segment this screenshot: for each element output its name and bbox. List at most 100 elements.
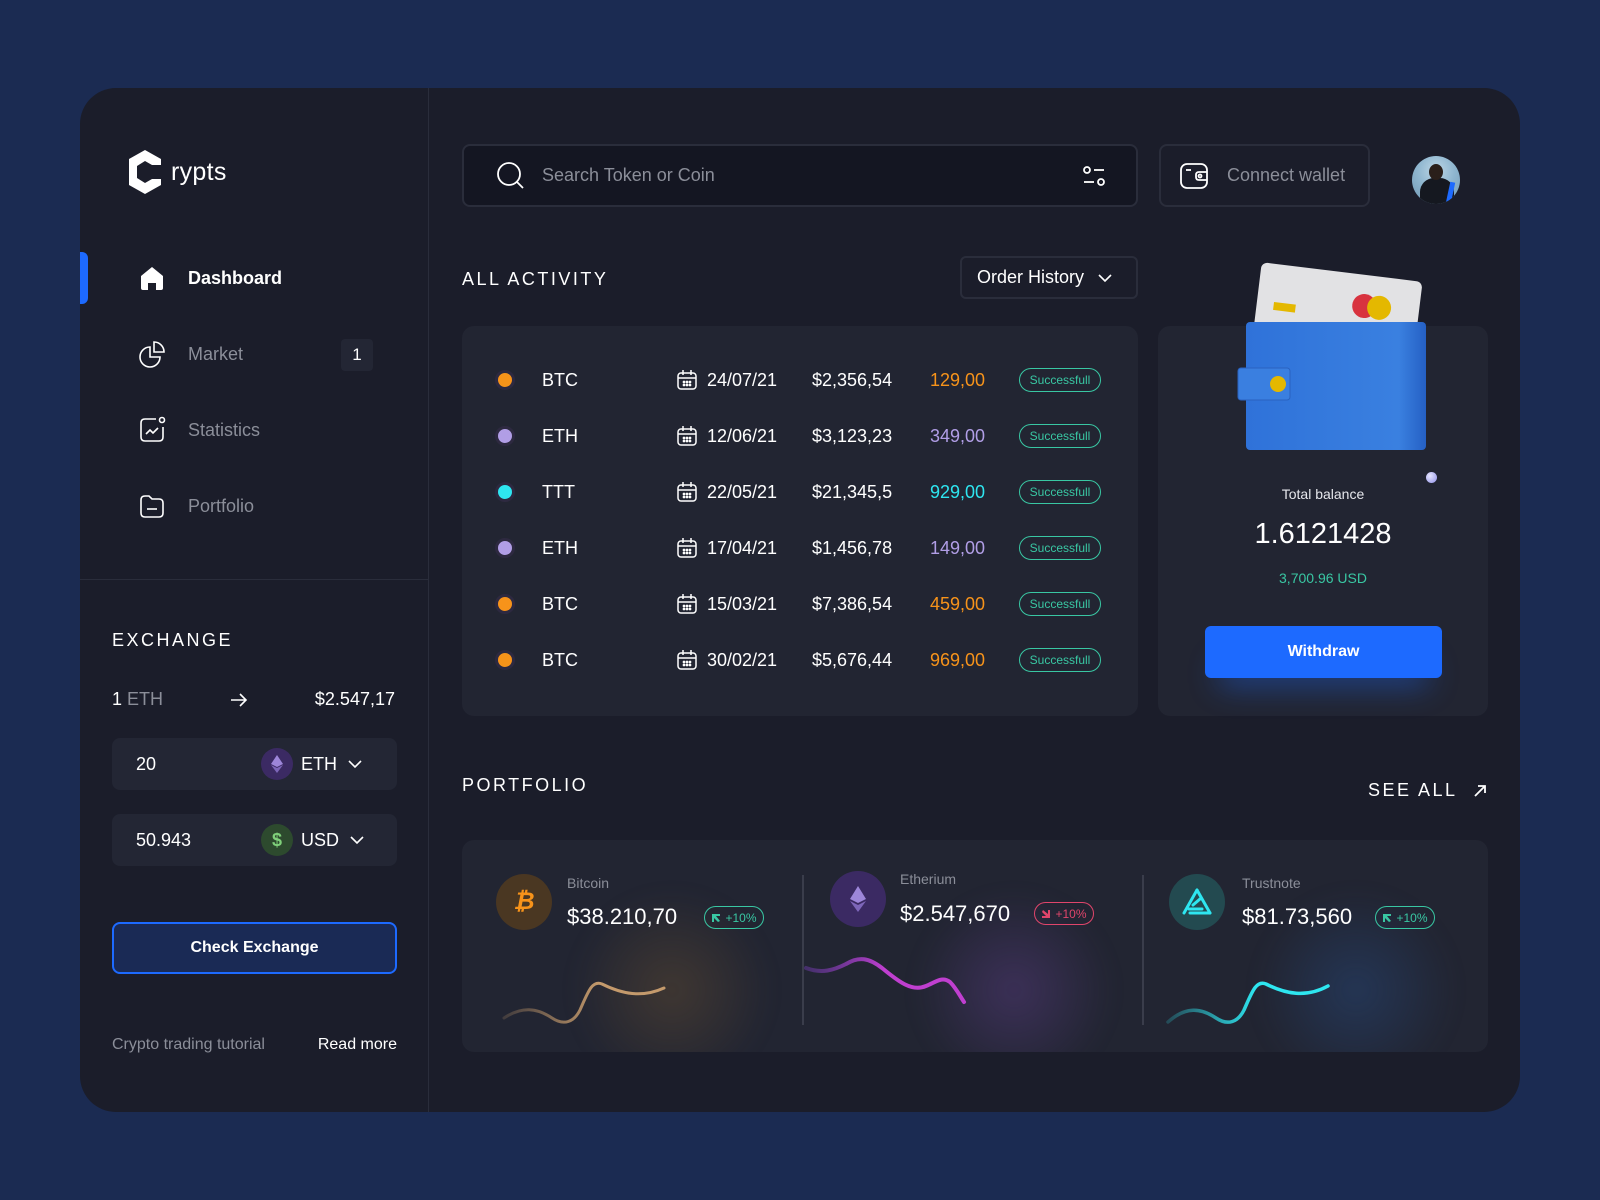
order-history-label: Order History	[977, 267, 1085, 287]
activity-row[interactable]: TTT 22/05/21 $21,345,5 929,00 Successfull	[462, 464, 1138, 520]
activity-price: $3,123,23	[812, 425, 893, 446]
active-indicator	[80, 252, 88, 304]
wallet-icon	[1180, 162, 1208, 189]
calendar-icon	[677, 482, 697, 502]
exchange-to-value: 50.943	[136, 829, 192, 850]
sidebar-item-portfolio[interactable]: Portfolio	[80, 468, 429, 544]
ethereum-icon	[830, 871, 886, 927]
activity-row[interactable]: BTC 30/02/21 $5,676,44 969,00 Successfull	[462, 632, 1138, 688]
filter-icon[interactable]	[1082, 164, 1106, 188]
coin-symbol: BTC	[542, 649, 578, 670]
market-badge: 1	[341, 339, 373, 371]
portfolio-panel: ₿ Bitcoin $38.210,70 +10% Etherium $2.54…	[462, 840, 1488, 1052]
coin-symbol: ETH	[542, 425, 578, 446]
app-name: rypts	[171, 157, 227, 186]
chevron-down-icon	[1098, 273, 1112, 282]
total-balance-usd: 3,700.96 USD	[1279, 570, 1367, 586]
currency-select-to[interactable]: $ USD	[261, 824, 367, 856]
rate-unit: ETH	[127, 689, 164, 709]
read-more-link[interactable]: Read more	[318, 1036, 397, 1054]
status-badge: Successfull	[1019, 480, 1101, 504]
coin-dot	[495, 482, 515, 502]
exchange-to-field[interactable]: 50.943 $ USD	[112, 814, 397, 866]
sidebar-divider	[80, 579, 429, 580]
activity-title: ALL ACTIVITY	[462, 269, 609, 289]
activity-row[interactable]: BTC 15/03/21 $7,386,54 459,00 Successfull	[462, 576, 1138, 632]
sparkline-etherium	[804, 957, 966, 1004]
activity-date: 22/05/21	[707, 481, 778, 502]
coin-symbol: ETH	[542, 537, 578, 558]
eth-icon	[261, 748, 293, 780]
exchange-from-field[interactable]: 20 ETH	[112, 738, 397, 790]
coin-value: $38.210,70	[567, 904, 678, 929]
activity-date: 12/06/21	[707, 425, 778, 446]
change-badge: +10%	[704, 906, 764, 929]
bitcoin-icon: ₿	[496, 874, 552, 930]
calendar-icon	[677, 426, 697, 446]
activity-amount: 149,00	[930, 537, 986, 558]
coin-symbol: BTC	[542, 369, 578, 390]
folder-icon	[140, 495, 164, 518]
activity-price: $7,386,54	[812, 593, 893, 614]
avatar-head	[1429, 164, 1443, 180]
trend-up-icon	[1383, 913, 1392, 922]
exchange-from-value: 20	[136, 753, 157, 774]
portfolio-card-trustnote[interactable]: Trustnote $81.73,560 +10%	[1146, 840, 1488, 1052]
chart-icon	[140, 416, 166, 442]
coin-value: $2.547,670	[900, 901, 1011, 926]
sidebar-item-label: Dashboard	[188, 267, 283, 288]
sidebar-nav: Dashboard Market 1 Statistics Portfolio	[80, 240, 429, 544]
order-history-dropdown[interactable]: Order History	[960, 256, 1138, 299]
activity-amount: 459,00	[930, 593, 986, 614]
calendar-icon	[677, 594, 697, 614]
see-all-link[interactable]: SEE ALL	[1368, 780, 1488, 801]
search-bar[interactable]: Search Token or Coin	[462, 144, 1138, 207]
currency-label: ETH	[301, 753, 337, 774]
status-badge: Successfull	[1019, 368, 1101, 392]
coin-symbol: BTC	[542, 593, 578, 614]
sidebar-item-statistics[interactable]: Statistics	[80, 392, 429, 468]
coin-name: Etherium	[900, 871, 957, 887]
see-all-label: SEE ALL	[1368, 780, 1458, 800]
dollar-icon: $	[261, 824, 293, 856]
activity-date: 15/03/21	[707, 593, 778, 614]
decorative-dot	[1426, 472, 1437, 483]
search-input[interactable]: Search Token or Coin	[542, 165, 715, 186]
status-badge: Successfull	[1019, 536, 1101, 560]
sidebar-item-dashboard[interactable]: Dashboard	[80, 240, 429, 316]
activity-row[interactable]: BTC 24/07/21 $2,356,54 129,00 Successfull	[462, 352, 1138, 408]
trustnote-icon	[1169, 874, 1225, 930]
wallet-illustration	[1237, 262, 1426, 450]
portfolio-card-bitcoin[interactable]: ₿ Bitcoin $38.210,70 +10%	[462, 840, 804, 1052]
sidebar: rypts Dashboard Market 1 Statistics Port…	[80, 88, 429, 1112]
total-balance-value: 1.6121428	[1254, 518, 1392, 550]
status-badge: Successfull	[1019, 424, 1101, 448]
trend-down-icon	[1042, 909, 1051, 918]
connect-wallet-button[interactable]: Connect wallet	[1159, 144, 1370, 207]
coin-dot	[495, 538, 515, 558]
coin-dot	[495, 426, 515, 446]
status-badge: Successfull	[1019, 648, 1101, 672]
rate-amount: 1	[112, 689, 123, 709]
coin-dot	[495, 370, 515, 390]
withdraw-button[interactable]: Withdraw	[1205, 626, 1442, 678]
sidebar-item-label: Market	[188, 343, 244, 364]
exchange-title: EXCHANGE	[112, 630, 234, 650]
user-avatar[interactable]	[1412, 156, 1460, 204]
logo[interactable]: rypts	[127, 148, 227, 196]
activity-row[interactable]: ETH 17/04/21 $1,456,78 149,00 Successfull	[462, 520, 1138, 576]
activity-date: 30/02/21	[707, 649, 778, 670]
activity-date: 17/04/21	[707, 537, 778, 558]
coin-dot	[495, 650, 515, 670]
sidebar-item-market[interactable]: Market 1	[80, 316, 429, 392]
logo-icon	[129, 150, 161, 194]
rate-from: 1 ETH	[112, 689, 163, 710]
check-exchange-button[interactable]: Check Exchange	[112, 922, 397, 974]
portfolio-title: PORTFOLIO	[462, 775, 589, 795]
tutorial-row: Crypto trading tutorial Read more	[112, 1036, 397, 1054]
currency-select-from[interactable]: ETH	[261, 748, 365, 780]
portfolio-card-etherium[interactable]: Etherium $2.547,670 +10%	[804, 840, 1146, 1052]
coin-name: Trustnote	[1242, 875, 1301, 891]
app-window: rypts Dashboard Market 1 Statistics Port…	[80, 88, 1520, 1112]
activity-row[interactable]: ETH 12/06/21 $3,123,23 349,00 Successfull	[462, 408, 1138, 464]
